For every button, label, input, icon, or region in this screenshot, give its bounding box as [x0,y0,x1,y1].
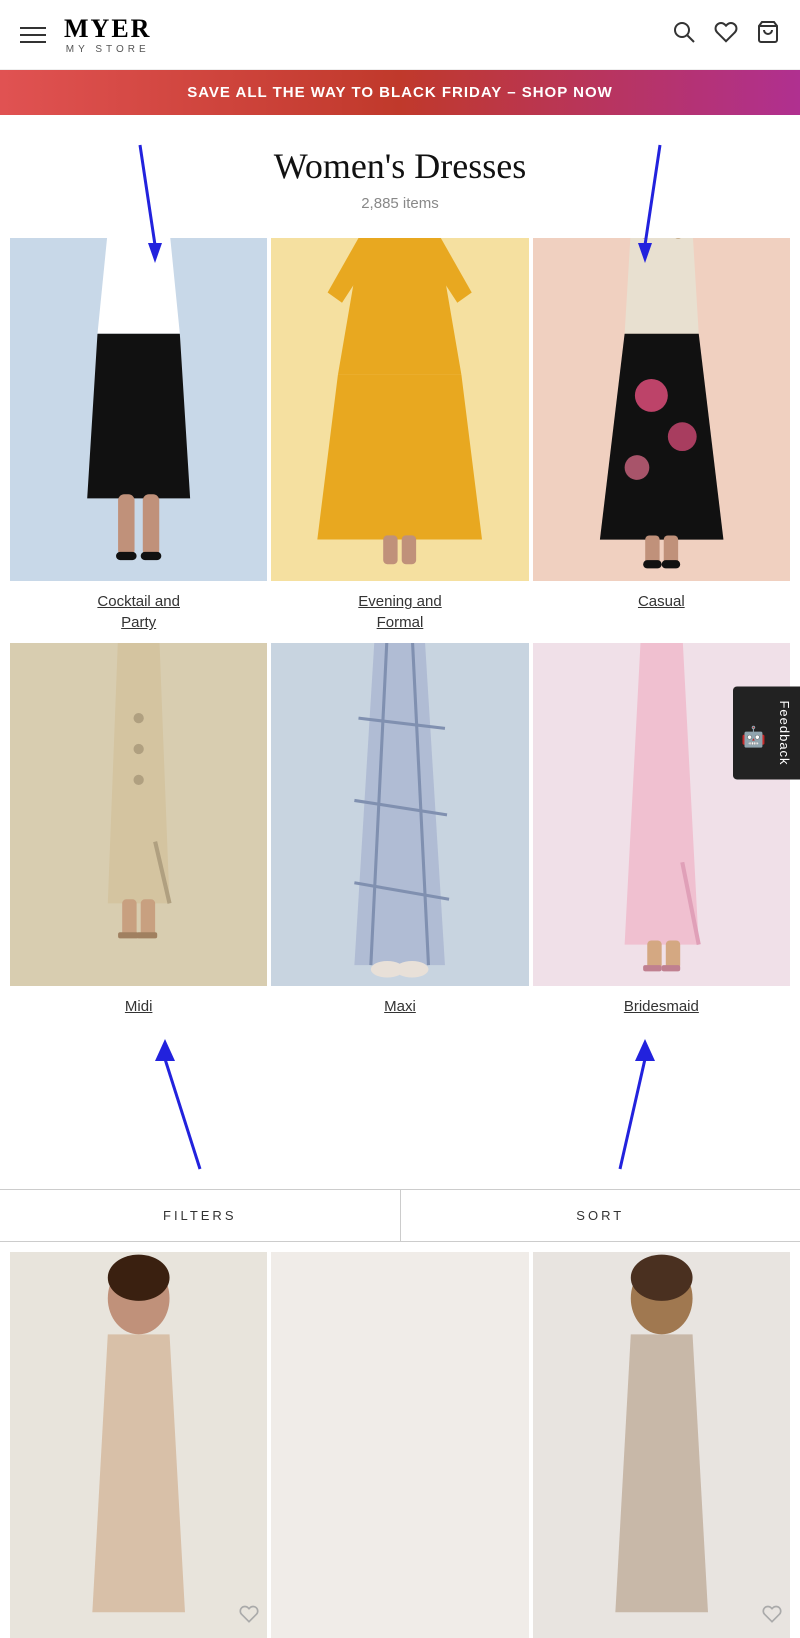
feedback-robot-icon: 🤖 [741,725,767,750]
heart-icon [714,20,738,44]
bridesmaid-label: Bridesmaid [624,996,699,1017]
category-evening[interactable]: Evening andFormal [271,238,528,639]
casual-image [533,238,790,581]
maxi-label: Maxi [384,996,416,1017]
cocktail-label: Cocktail andParty [97,591,180,633]
wishlist-button[interactable] [714,20,738,50]
category-casual[interactable]: Casual [533,238,790,639]
promo-banner[interactable]: SAVE ALL THE WAY TO BLACK FRIDAY – SHOP … [0,70,800,115]
heart-icon-3 [762,1604,782,1624]
cart-button[interactable] [756,20,780,50]
maxi-image [271,643,528,986]
midi-image [10,643,267,986]
search-button[interactable] [672,20,696,50]
bottom-annotation-svg [0,1029,800,1189]
category-maxi[interactable]: Maxi [271,643,528,1023]
feedback-label: Feedback [777,700,792,765]
product-image-3 [533,1252,790,1638]
product-svg-1 [10,1252,267,1638]
categories-grid: Cocktail andParty [0,222,800,1039]
product-image-2 [271,1252,528,1638]
logo-area[interactable]: MYER MY STORE [64,14,151,55]
product-svg-3 [533,1252,790,1638]
maxi-dress-svg [271,643,528,986]
filters-button[interactable]: FILTERS [0,1190,401,1241]
product-card-1[interactable] [10,1252,267,1638]
cocktail-dress-svg [10,238,267,581]
bag-icon [756,20,780,44]
logo-tagline: MY STORE [64,44,151,55]
wishlist-button-3[interactable] [762,1604,782,1630]
feedback-tab[interactable]: Feedback 🤖 [733,686,800,779]
page-title: Women's Dresses [20,145,780,187]
evening-image [271,238,528,581]
category-midi[interactable]: Midi [10,643,267,1023]
product-card-3[interactable] [533,1252,790,1638]
category-cocktail[interactable]: Cocktail andParty [10,238,267,639]
casual-label: Casual [638,591,685,612]
wishlist-button-1[interactable] [239,1604,259,1630]
sort-label: SORT [576,1208,624,1223]
product-image-1 [10,1252,267,1638]
page-title-area: Women's Dresses 2,885 items [0,115,800,222]
casual-dress-svg [533,238,790,581]
filters-label: FILTERS [163,1208,237,1223]
midi-label: Midi [125,996,153,1017]
hamburger-menu[interactable] [20,27,46,43]
header-left: MYER MY STORE [20,14,151,55]
evening-label: Evening andFormal [358,591,441,633]
product-row [0,1242,800,1638]
site-header: MYER MY STORE [0,0,800,70]
heart-icon-1 [239,1604,259,1624]
search-icon [672,20,696,44]
item-count: 2,885 items [20,195,780,212]
page-title-section: Women's Dresses 2,885 items [0,115,800,222]
bottom-arrows-area [0,1029,800,1189]
bottom-bar: FILTERS SORT [0,1189,800,1242]
cocktail-image [10,238,267,581]
product-card-2 [271,1252,528,1638]
midi-dress-svg [10,643,267,986]
sort-button[interactable]: SORT [401,1190,800,1241]
logo-text: MYER [64,14,151,44]
header-icons [672,20,780,50]
evening-dress-svg [271,238,528,581]
banner-text: SAVE ALL THE WAY TO BLACK FRIDAY – SHOP … [187,84,613,101]
